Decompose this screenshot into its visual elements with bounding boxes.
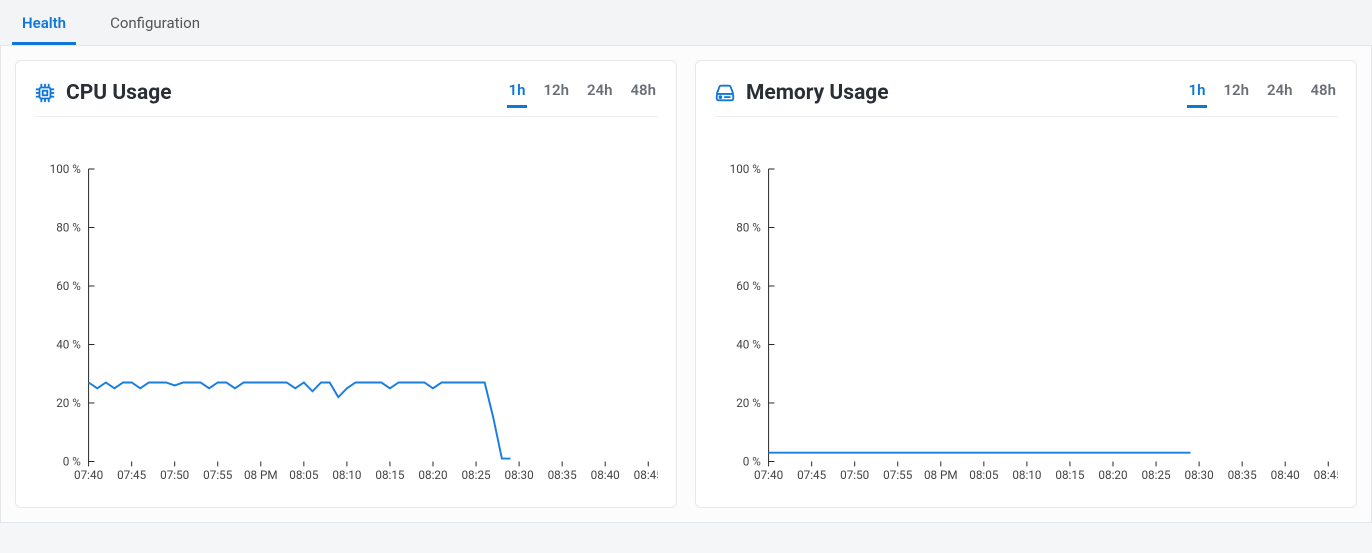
svg-text:60 %: 60 % [56,279,81,293]
svg-text:08:35: 08:35 [548,468,578,482]
svg-text:08:15: 08:15 [375,468,405,482]
range-12h[interactable]: 12h [541,77,571,108]
svg-text:80 %: 80 % [736,220,761,234]
svg-text:08:05: 08:05 [969,468,999,482]
svg-text:40 %: 40 % [736,337,761,351]
tabbar: Health Configuration [0,0,1372,46]
range-24h[interactable]: 24h [585,77,615,108]
memory-chart: 0 % 20 % 40 % 60 % 80 % 100 % 07:40 07:45 07:50 0… [714,159,1338,489]
memory-usage-card: Memory Usage 1h 12h 24h 48h 0 % 20 % 40 % 60 %… [695,60,1357,508]
svg-text:07:40: 07:40 [754,468,783,482]
svg-text:0 %: 0 % [743,454,761,468]
svg-text:07:45: 07:45 [117,468,147,482]
svg-text:08 PM: 08 PM [244,468,278,482]
range-1h[interactable]: 1h [1187,77,1208,108]
svg-text:08:05: 08:05 [289,468,319,482]
svg-text:08:35: 08:35 [1228,468,1258,482]
range-48h[interactable]: 48h [1308,77,1338,108]
svg-text:08:20: 08:20 [418,468,447,482]
svg-text:08:30: 08:30 [1185,468,1214,482]
svg-text:08:40: 08:40 [1271,468,1300,482]
memory-title-text: Memory Usage [746,81,889,105]
svg-text:08:40: 08:40 [591,468,620,482]
panel: CPU Usage 1h 12h 24h 48h 0 % 20 % 40 % 60 % 80 … [0,46,1372,523]
svg-text:08:20: 08:20 [1098,468,1127,482]
range-group-cpu: 1h 12h 24h 48h [507,77,659,108]
svg-text:08:10: 08:10 [1012,468,1041,482]
svg-text:08 PM: 08 PM [924,468,958,482]
cpu-title-text: CPU Usage [66,81,172,105]
svg-text:40 %: 40 % [56,337,81,351]
svg-text:08:25: 08:25 [1141,468,1171,482]
svg-text:07:40: 07:40 [74,468,103,482]
card-title: CPU Usage [34,81,172,105]
range-1h[interactable]: 1h [507,77,528,108]
svg-text:20 %: 20 % [56,396,81,410]
svg-text:08:10: 08:10 [332,468,361,482]
range-12h[interactable]: 12h [1221,77,1251,108]
svg-text:20 %: 20 % [736,396,761,410]
svg-text:08:25: 08:25 [461,468,491,482]
svg-text:08:45: 08:45 [634,468,658,482]
svg-text:07:55: 07:55 [883,468,913,482]
svg-text:08:45: 08:45 [1314,468,1338,482]
cpu-usage-card: CPU Usage 1h 12h 24h 48h 0 % 20 % 40 % 60 % 80 … [15,60,677,508]
tab-health[interactable]: Health [12,2,76,45]
svg-text:100 %: 100 % [730,162,762,176]
svg-text:80 %: 80 % [56,220,81,234]
range-48h[interactable]: 48h [628,77,658,108]
svg-text:07:45: 07:45 [797,468,827,482]
svg-text:07:55: 07:55 [203,468,233,482]
range-24h[interactable]: 24h [1265,77,1295,108]
svg-text:07:50: 07:50 [160,468,189,482]
cpu-chart: 0 % 20 % 40 % 60 % 80 % 100 % 07:40 07:45 07:50 0… [34,159,658,489]
card-title: Memory Usage [714,81,889,105]
svg-text:60 %: 60 % [736,279,761,293]
svg-text:100 %: 100 % [50,162,82,176]
svg-text:0 %: 0 % [63,454,81,468]
disk-icon [714,82,736,104]
svg-text:07:50: 07:50 [840,468,869,482]
svg-text:08:30: 08:30 [505,468,534,482]
cpu-icon [34,82,56,104]
range-group-memory: 1h 12h 24h 48h [1187,77,1339,108]
tab-configuration[interactable]: Configuration [100,2,210,45]
svg-text:08:15: 08:15 [1055,468,1085,482]
